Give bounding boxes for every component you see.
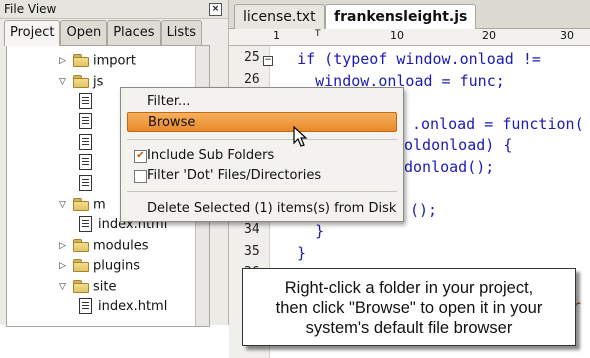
file-icon [79,113,92,129]
tree-item-label: m [93,197,106,212]
line-number: 35 [244,243,260,259]
menu-item-filter-dot-files[interactable]: Filter 'Dot' Files/Directories [127,166,397,186]
folder-icon [73,238,89,252]
folder-icon [73,279,89,293]
tab-project[interactable]: Project [4,20,61,46]
tab-license-txt[interactable]: license.txt [234,4,325,29]
callout-line: Right-click a folder in your project, [284,279,534,297]
expand-arrow-icon[interactable]: ▽ [59,276,71,298]
file-icon [79,174,92,191]
tree-item-label: site [93,279,117,294]
code-token: ( [315,50,334,68]
context-menu: Filter... Browse ✔ Include Sub Folders F… [120,87,404,222]
checkbox-unchecked-icon[interactable] [134,170,147,183]
editor-tab-bar: license.txt frankensleight.js [229,0,590,30]
mouse-pointer-icon [293,126,307,147]
tree-file[interactable] [77,132,98,154]
code-token: } [279,243,307,262]
collapse-arrow-icon[interactable]: ▷ [59,255,71,277]
menu-item-label: Include Sub Folders [147,148,275,163]
code-token: window.onload != [387,50,541,68]
folder-icon [73,197,89,211]
callout-line: then click "Browse" to open it in your [275,299,543,317]
tab-places[interactable]: Places [107,20,161,45]
checkbox-checked-icon[interactable]: ✔ [134,150,147,163]
tree-folder-plugins[interactable]: ▷ plugins [59,255,140,277]
menu-item-delete-selected[interactable]: Delete Selected (1) items(s) from Disk [127,199,397,219]
tab-lists[interactable]: Lists [160,20,203,45]
code-token: (); [410,200,438,219]
file-icon [79,92,92,109]
tree-folder-m[interactable]: ▽ m [59,194,106,216]
panel-title: File View [4,2,57,16]
tree-file[interactable] [77,91,98,113]
folder-icon [73,54,89,67]
menu-item-label: Filter 'Dot' Files/Directories [147,168,322,183]
expand-arrow-icon[interactable]: ▽ [59,194,71,216]
expand-arrow-icon[interactable]: ▽ [59,71,71,93]
tree-file[interactable]: index.html [77,296,167,318]
file-icon [79,215,92,232]
code-line: if (typeof window.onload != [279,49,541,70]
menu-item-include-sub-folders[interactable]: ✔ Include Sub Folders [127,146,397,166]
code-token: .onload = [412,114,503,133]
line-number: 26 [244,71,260,87]
code-line: oldonload) { [404,135,512,156]
code-line: } [279,221,324,242]
code-token: oldonload) { [404,136,513,154]
ruler-mark: 20 [482,29,496,42]
tree-folder-import[interactable]: ▷ import [59,50,136,72]
menu-separator [127,191,397,192]
panel-tabs: Project Open Places Lists [4,20,203,46]
tree-file[interactable] [77,173,98,195]
tree-folder-site[interactable]: ▽ site [59,276,116,298]
code-token: ( [574,114,584,133]
tree-folder-modules[interactable]: ▷ modules [59,235,149,257]
column-ruler: 1 T 10 20 30 [229,29,590,46]
folder-icon [73,259,89,272]
code-line: } [279,243,306,264]
code-token: } [279,222,325,240]
keyword-token: function [502,114,575,133]
fold-toggle-icon[interactable]: − [263,56,273,66]
collapse-arrow-icon[interactable]: ▷ [59,235,71,257]
tree-item-label: modules [93,238,149,253]
file-icon [79,154,92,170]
tip-callout: Right-click a folder in your project, th… [242,268,576,346]
code-token: donload(); [404,157,495,176]
ruler-tab-marker: T [315,29,321,39]
ruler-mark: 30 [560,29,574,42]
line-number: 34 [244,222,260,237]
menu-item-browse[interactable]: Browse [127,112,397,132]
close-icon[interactable]: × [209,3,222,16]
tree-item-label: index.html [98,299,168,314]
folder-icon [73,74,89,88]
code-line: .onload = function( [412,114,584,135]
tree-file[interactable] [77,153,98,175]
ruler-mark: 1 [273,29,280,42]
callout-line: system's default file browser [305,319,513,337]
tab-frankensleight-js[interactable]: frankensleight.js [325,4,477,30]
tab-open[interactable]: Open [60,20,108,45]
collapse-arrow-icon[interactable]: ▷ [59,50,71,72]
tree-folder-js[interactable]: ▽ js [59,71,103,93]
panel-title-bar: File View × [0,0,228,19]
tree-item-label: import [93,53,136,69]
ruler-mark: 10 [390,29,404,42]
menu-item-filter[interactable]: Filter... [127,92,397,112]
file-icon [79,297,92,314]
code-line: donload(); [404,157,494,178]
keyword-token: typeof [333,50,388,68]
line-number: 25 [244,50,260,65]
code-line: (); [410,200,437,221]
tree-item-label: js [93,74,104,89]
tree-item-label: plugins [93,258,140,274]
file-icon [79,133,92,150]
keyword-token: if [297,50,316,68]
menu-separator [127,139,397,140]
tree-file[interactable] [77,112,98,134]
